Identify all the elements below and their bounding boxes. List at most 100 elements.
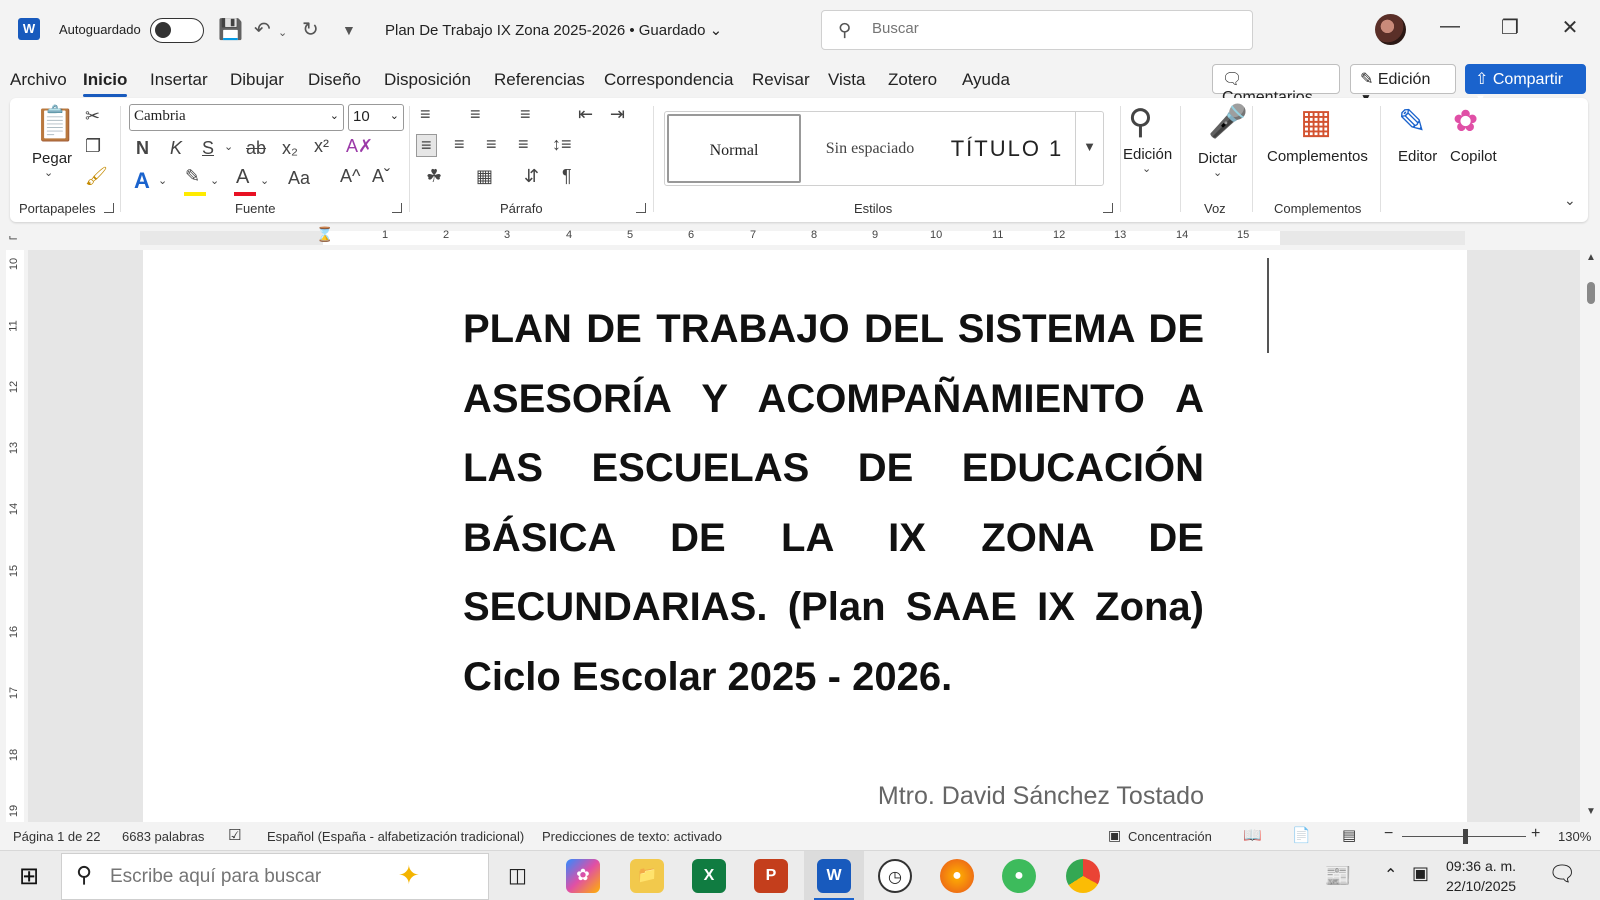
decrease-indent-icon[interactable]: ⇤ bbox=[578, 104, 593, 125]
powerpoint-icon[interactable]: P bbox=[754, 859, 788, 893]
task-view-icon[interactable]: ◫ bbox=[508, 863, 527, 888]
subscript-icon[interactable]: x₂ bbox=[282, 138, 298, 159]
cut-icon[interactable]: ✂ bbox=[85, 106, 100, 127]
highlight-icon[interactable]: ✎ bbox=[185, 166, 200, 187]
share-button[interactable]: ⇧ Compartir ▼ bbox=[1465, 64, 1586, 105]
comments-button[interactable]: 🗨 Comentarios bbox=[1212, 64, 1340, 106]
scroll-down-icon[interactable]: ▼ bbox=[1586, 806, 1596, 817]
scroll-up-icon[interactable]: ▲ bbox=[1586, 252, 1596, 263]
chevron-down-icon[interactable]: ⌄ bbox=[1142, 162, 1151, 175]
increase-indent-icon[interactable]: ⇥ bbox=[610, 104, 625, 125]
chevron-down-icon[interactable]: ⌄ bbox=[224, 140, 233, 153]
addins-icon[interactable]: ▦ bbox=[1300, 102, 1332, 142]
font-launcher-icon[interactable] bbox=[392, 203, 402, 213]
copy-icon[interactable]: ❐ bbox=[85, 136, 101, 157]
zoom-level[interactable]: 130% bbox=[1558, 829, 1591, 844]
underline-button[interactable]: S bbox=[202, 138, 214, 159]
network-icon[interactable]: ▣ bbox=[1412, 863, 1429, 884]
ribbon-collapse-icon[interactable]: ⌄ bbox=[1564, 192, 1576, 209]
android-app-icon[interactable]: ● bbox=[1002, 859, 1036, 893]
style-no-spacing[interactable]: Sin espaciado bbox=[803, 114, 937, 183]
copilot-taskbar-icon[interactable]: ✿ bbox=[566, 859, 600, 893]
shrink-font-button[interactable]: Aˇ bbox=[372, 166, 390, 187]
tab-dibujar[interactable]: Dibujar bbox=[230, 70, 284, 90]
tab-insertar[interactable]: Insertar bbox=[150, 70, 208, 90]
chrome-icon[interactable] bbox=[1066, 859, 1100, 893]
dictate-button[interactable]: Dictar bbox=[1198, 150, 1237, 167]
minimize-icon[interactable]: — bbox=[1430, 15, 1470, 38]
paragraph-launcher-icon[interactable] bbox=[636, 203, 646, 213]
chevron-down-icon[interactable]: ⌄ bbox=[260, 174, 269, 187]
tab-archivo[interactable]: Archivo bbox=[10, 70, 67, 90]
clock-app-icon[interactable]: ◷ bbox=[878, 859, 912, 893]
tab-revisar[interactable]: Revisar bbox=[752, 70, 810, 90]
tab-selector-icon[interactable]: ⌙ bbox=[8, 230, 18, 244]
clipboard-launcher-icon[interactable] bbox=[104, 203, 114, 213]
search-box[interactable]: ⚲ bbox=[821, 10, 1253, 50]
bullets-icon[interactable]: ≡ bbox=[420, 104, 431, 125]
numbering-icon[interactable]: ≡ bbox=[470, 104, 481, 125]
taskbar-search[interactable]: ⚲ ✦ bbox=[61, 853, 489, 900]
tab-referencias[interactable]: Referencias bbox=[494, 70, 585, 90]
tab-ayuda[interactable]: Ayuda bbox=[962, 70, 1010, 90]
align-left-icon[interactable]: ≡ bbox=[416, 134, 437, 157]
zoom-in-icon[interactable]: + bbox=[1531, 825, 1540, 843]
zoom-slider-thumb[interactable] bbox=[1463, 829, 1468, 844]
find-icon[interactable]: ⚲ bbox=[1128, 102, 1153, 142]
justify-icon[interactable]: ≡ bbox=[518, 134, 529, 155]
editor-icon[interactable]: ✎ bbox=[1398, 102, 1427, 142]
change-case-button[interactable]: Aa bbox=[288, 168, 310, 189]
bold-button[interactable]: N bbox=[136, 138, 149, 159]
document-title[interactable]: Plan De Trabajo IX Zona 2025-2026 • Guar… bbox=[385, 21, 722, 39]
style-heading-1[interactable]: Título 1 bbox=[940, 114, 1074, 183]
font-size-select[interactable]: 10 ⌄ bbox=[348, 104, 404, 131]
clear-formatting-icon[interactable]: A✗ bbox=[346, 136, 373, 157]
paste-icon[interactable]: 📋 bbox=[34, 104, 76, 144]
indent-marker-icon[interactable]: ⌛ bbox=[316, 226, 333, 243]
paste-button[interactable]: Pegar bbox=[32, 150, 72, 167]
align-center-icon[interactable]: ≡ bbox=[454, 134, 465, 155]
excel-icon[interactable]: X bbox=[692, 859, 726, 893]
tab-correspondencia[interactable]: Correspondencia bbox=[604, 70, 733, 90]
styles-expand-icon[interactable]: ▼ bbox=[1075, 112, 1103, 185]
chevron-down-icon[interactable]: ⌄ bbox=[1213, 166, 1222, 179]
zoom-out-icon[interactable]: − bbox=[1384, 825, 1393, 843]
news-widget-icon[interactable]: 📰 bbox=[1324, 863, 1351, 889]
print-layout-icon[interactable]: 📄 bbox=[1292, 826, 1311, 844]
focus-icon[interactable]: ▣ bbox=[1108, 827, 1121, 844]
grow-font-button[interactable]: A^ bbox=[340, 166, 360, 187]
strikethrough-button[interactable]: ab bbox=[246, 138, 266, 159]
tab-vista[interactable]: Vista bbox=[828, 70, 866, 90]
tab-inicio[interactable]: Inicio bbox=[83, 70, 128, 97]
autosave-toggle[interactable] bbox=[150, 18, 204, 43]
file-explorer-icon[interactable]: 📁 bbox=[630, 859, 664, 893]
vertical-ruler[interactable]: 10 11 12 13 14 15 16 17 18 19 bbox=[6, 250, 24, 822]
font-color-icon[interactable]: A bbox=[236, 166, 249, 189]
text-effects-icon[interactable]: A bbox=[134, 168, 150, 194]
copilot-button[interactable]: Copilot bbox=[1450, 148, 1497, 165]
addins-button[interactable]: Complementos bbox=[1267, 148, 1368, 165]
align-right-icon[interactable]: ≡ bbox=[486, 134, 497, 155]
italic-button[interactable]: K bbox=[170, 138, 182, 159]
chevron-up-icon[interactable]: ⌃ bbox=[1384, 865, 1397, 885]
horizontal-ruler[interactable]: ⌙ ⌛ 1 2 3 4 5 6 7 8 9 10 11 12 13 14 15 bbox=[0, 226, 1588, 250]
proofing-icon[interactable]: ☑ bbox=[228, 826, 241, 844]
borders-icon[interactable]: ▦ bbox=[476, 166, 493, 187]
chevron-down-icon[interactable]: ⌄ bbox=[44, 166, 53, 179]
customize-toolbar-icon[interactable]: ▼ bbox=[342, 22, 356, 38]
read-mode-icon[interactable]: 📖 bbox=[1243, 826, 1262, 844]
shading-icon[interactable]: ☘ bbox=[426, 166, 442, 187]
notifications-icon[interactable]: 🗨 bbox=[1548, 861, 1576, 887]
taskbar-search-input[interactable] bbox=[110, 866, 410, 888]
tab-disposicion[interactable]: Disposición bbox=[384, 70, 471, 90]
editor-button[interactable]: Editor bbox=[1398, 148, 1437, 165]
save-icon[interactable]: 💾 bbox=[218, 17, 243, 42]
web-layout-icon[interactable]: ▤ bbox=[1342, 826, 1356, 844]
copilot-icon[interactable]: ✿ bbox=[1453, 104, 1478, 139]
chevron-down-icon[interactable]: ⌄ bbox=[158, 174, 167, 187]
document-heading[interactable]: PLAN DE TRABAJO DEL SISTEMA DE ASESORÍA … bbox=[463, 295, 1204, 712]
scrollbar-thumb[interactable] bbox=[1587, 282, 1595, 304]
undo-icon[interactable]: ↶ bbox=[254, 17, 271, 42]
document-author[interactable]: Mtro. David Sánchez Tostado bbox=[843, 782, 1204, 811]
style-normal[interactable]: Normal bbox=[667, 114, 801, 183]
